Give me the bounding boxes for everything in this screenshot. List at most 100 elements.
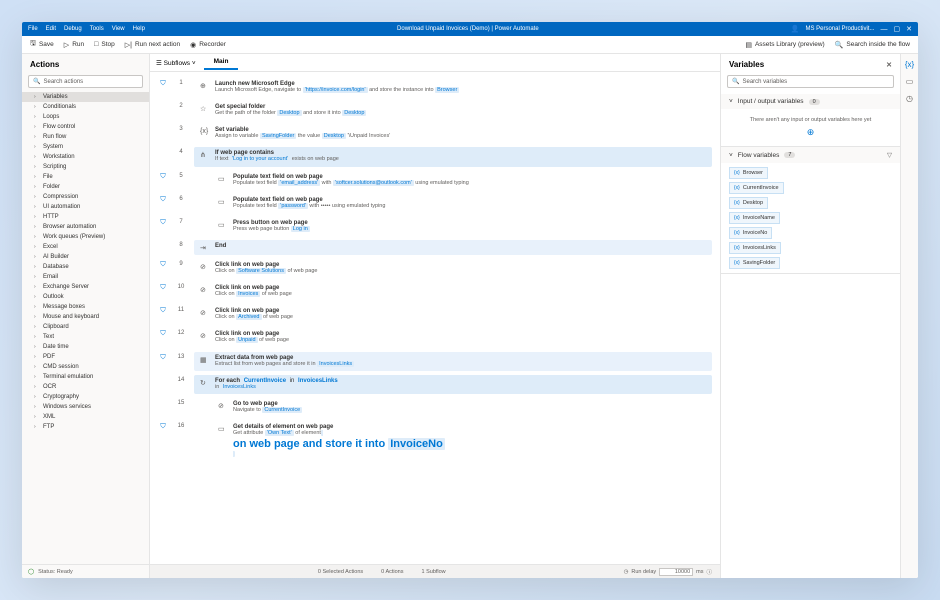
action-category[interactable]: ›CMD session (22, 362, 149, 372)
filter-icon[interactable]: ▽ (887, 151, 892, 159)
variable-chip[interactable]: {x}InvoiceNo (729, 227, 772, 239)
action-category[interactable]: ›Date time (22, 342, 149, 352)
menu-view[interactable]: View (112, 26, 125, 32)
variable-chip[interactable]: {x}InvoiceName (729, 212, 780, 224)
assets-library-button[interactable]: ▤Assets Library (preview) (745, 41, 824, 49)
flow-step[interactable]: ⛉6▭Populate text field on web pagePopula… (150, 192, 720, 215)
subflows-dropdown[interactable]: ☰ Subflows ˅ (156, 59, 196, 67)
action-category[interactable]: ›Clipboard (22, 322, 149, 332)
action-category[interactable]: ›Browser automation (22, 222, 149, 232)
flow-step[interactable]: ⛉9⊘Click link on web pageClick on Softwa… (150, 257, 720, 280)
flow-step[interactable]: ⛉11⊘Click link on web pageClick on Archi… (150, 303, 720, 326)
action-category[interactable]: ›Compression (22, 192, 149, 202)
flow-variables-header[interactable]: ˅ Flow variables 7 ▽ (721, 147, 900, 163)
action-category[interactable]: ›OCR (22, 382, 149, 392)
step-type-icon: ▭ (218, 220, 228, 229)
menu-edit[interactable]: Edit (46, 26, 56, 32)
shield-icon: ⛉ (160, 173, 165, 181)
chevron-right-icon: › (34, 104, 40, 110)
flow-step[interactable]: ⛉7▭Press button on web pagePress web pag… (150, 215, 720, 238)
variable-chip[interactable]: {x}CurrentInvoice (729, 182, 784, 194)
action-category[interactable]: ›Workstation (22, 152, 149, 162)
recorder-button[interactable]: ◉Recorder (190, 41, 226, 49)
action-category[interactable]: ›System (22, 142, 149, 152)
action-category[interactable]: ›PDF (22, 352, 149, 362)
delay-input[interactable]: 10000 (659, 568, 693, 576)
flow-step[interactable]: 2☆Get special folderGet the path of the … (150, 99, 720, 122)
chevron-right-icon: › (34, 234, 40, 240)
minimize-icon[interactable]: ― (880, 26, 887, 33)
run-next-button[interactable]: ▷|Run next action (125, 41, 180, 49)
stop-button[interactable]: □Stop (94, 41, 115, 48)
action-category[interactable]: ›Run flow (22, 132, 149, 142)
flow-step[interactable]: ⛉10⊘Click link on web pageClick on Invoi… (150, 280, 720, 303)
action-category[interactable]: ›Excel (22, 242, 149, 252)
step-type-icon: ▭ (218, 424, 228, 433)
action-category[interactable]: ›Folder (22, 182, 149, 192)
action-category[interactable]: ›HTTP (22, 212, 149, 222)
action-category[interactable]: ›Windows services (22, 402, 149, 412)
flow-step[interactable]: 14↻For each CurrentInvoice in InvoicesLi… (150, 373, 720, 396)
run-button[interactable]: ▷Run (64, 41, 84, 49)
variables-search[interactable]: 🔍 Search variables (727, 75, 894, 88)
account-icon[interactable]: 👤 (791, 25, 800, 33)
save-button[interactable]: 🖫Save (30, 39, 54, 50)
action-category[interactable]: ›Mouse and keyboard (22, 312, 149, 322)
chevron-right-icon: › (34, 184, 40, 190)
menu-tools[interactable]: Tools (90, 26, 104, 32)
action-category[interactable]: ›Work queues (Preview) (22, 232, 149, 242)
action-category[interactable]: ›Loops (22, 112, 149, 122)
subflow-tabs: ☰ Subflows ˅ Main (150, 54, 720, 72)
chevron-right-icon: › (34, 374, 40, 380)
search-flow-button[interactable]: 🔍Search inside the flow (835, 41, 910, 49)
action-category[interactable]: ›AI Builder (22, 252, 149, 262)
step-type-icon: ↻ (200, 378, 210, 387)
action-category[interactable]: ›Terminal emulation (22, 372, 149, 382)
maximize-icon[interactable]: ▢ (893, 25, 900, 33)
action-category[interactable]: ›Message boxes (22, 302, 149, 312)
action-category[interactable]: ›Cryptography (22, 392, 149, 402)
flow-step[interactable]: 15⊘Go to web pageNavigate to CurrentInvo… (150, 396, 720, 419)
action-category[interactable]: ›Conditionals (22, 102, 149, 112)
stop-icon: □ (94, 41, 98, 48)
variable-chip[interactable]: {x}SavingFolder (729, 257, 780, 269)
flow-step[interactable]: ⛉12⊘Click link on web pageClick on Unpai… (150, 326, 720, 349)
flow-step[interactable]: ⛉5▭Populate text field on web pagePopula… (150, 169, 720, 192)
close-panel-icon[interactable]: ✕ (886, 61, 892, 69)
flow-step[interactable]: 3{x}Set variableAssign to variable Savin… (150, 122, 720, 145)
action-category[interactable]: ›File (22, 172, 149, 182)
action-category[interactable]: ›Email (22, 272, 149, 282)
variable-chip[interactable]: {x}Browser (729, 167, 768, 179)
menu-file[interactable]: File (28, 26, 38, 32)
flow-step[interactable]: 4⋔If web page containsIf text 'Log in to… (150, 145, 720, 168)
action-category[interactable]: ›Outlook (22, 292, 149, 302)
add-variable-icon[interactable]: ⊕ (729, 127, 892, 138)
menu-help[interactable]: Help (133, 26, 145, 32)
flow-step[interactable]: ⛉1⊕Launch new Microsoft EdgeLaunch Micro… (150, 76, 720, 99)
tab-main[interactable]: Main (204, 55, 239, 70)
actions-search[interactable]: 🔍 Search actions (28, 75, 143, 88)
close-icon[interactable]: ✕ (906, 25, 912, 33)
io-variables-header[interactable]: ˅ Input / output variables 0 (721, 94, 900, 109)
variable-chip[interactable]: {x}Desktop (729, 197, 768, 209)
action-category[interactable]: ›Text (22, 332, 149, 342)
action-category[interactable]: ›Flow control (22, 122, 149, 132)
menu-debug[interactable]: Debug (64, 26, 82, 32)
action-category[interactable]: ›Database (22, 262, 149, 272)
variables-icon[interactable]: {x} (905, 60, 914, 69)
action-category[interactable]: ›Scripting (22, 162, 149, 172)
variable-chip[interactable]: {x}InvoicesLinks (729, 242, 781, 254)
action-category[interactable]: ›FTP (22, 422, 149, 432)
titlebar-right: 👤 MS Personal Productivit... ― ▢ ✕ (791, 25, 912, 33)
images-icon[interactable]: ▭ (906, 77, 914, 86)
flow-step[interactable]: ⛉13▦Extract data from web pageExtract li… (150, 350, 720, 373)
account-name[interactable]: MS Personal Productivit... (805, 26, 874, 32)
action-category[interactable]: ›UI automation (22, 202, 149, 212)
action-category[interactable]: ›XML (22, 412, 149, 422)
flow-step[interactable]: ⛉16▭Get details of element on web pageGe… (150, 419, 720, 464)
uielements-icon[interactable]: ◷ (906, 94, 913, 103)
action-category[interactable]: ›Variables (22, 92, 149, 102)
info-icon[interactable]: ⓘ (707, 568, 713, 576)
action-category[interactable]: ›Exchange Server (22, 282, 149, 292)
flow-step[interactable]: 8⇥End (150, 238, 720, 257)
